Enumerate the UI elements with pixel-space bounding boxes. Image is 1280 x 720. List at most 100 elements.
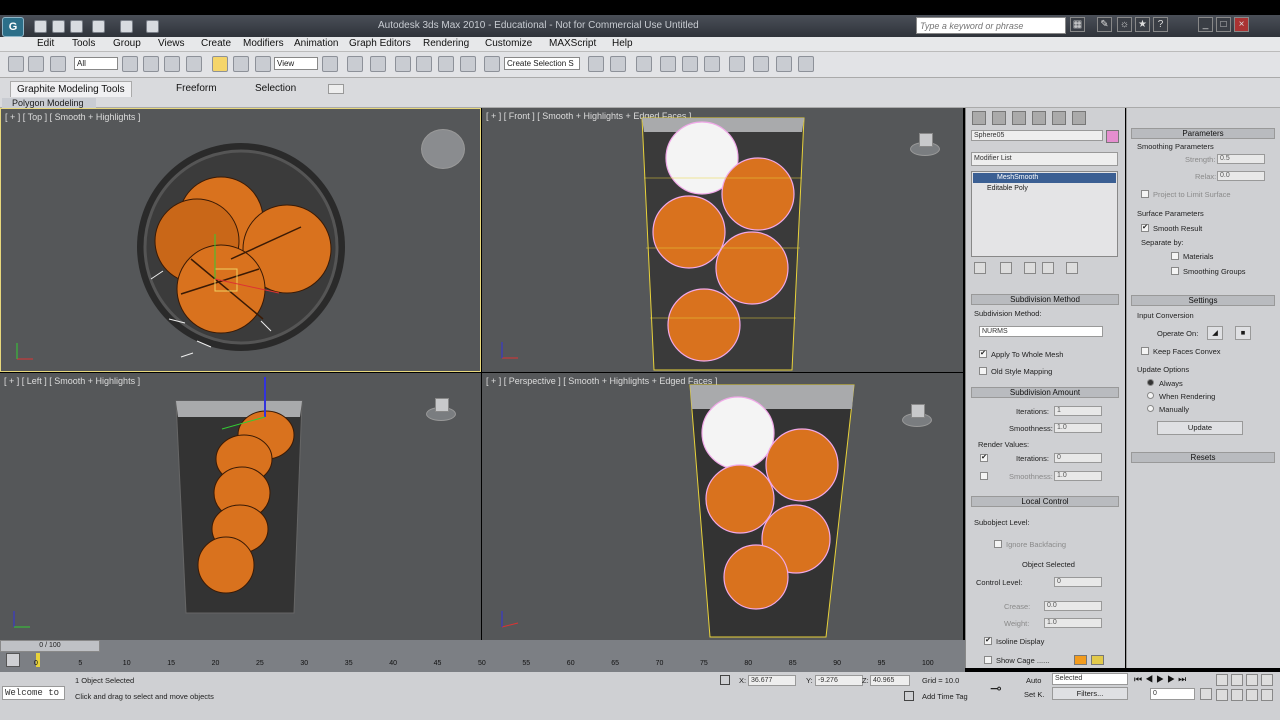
separate-smoothing-groups-checkbox[interactable] [1171, 267, 1179, 275]
cage-selected-color-swatch[interactable] [1091, 655, 1104, 665]
spinner-snap-icon[interactable] [460, 56, 476, 72]
search-box[interactable] [916, 17, 1066, 34]
key-filters-button[interactable]: Filters... [1052, 687, 1128, 700]
ribbon-minimize-icon[interactable] [328, 84, 344, 94]
zoom-extents-icon[interactable] [1246, 674, 1258, 686]
app-logo-icon[interactable]: G [2, 17, 24, 37]
maximize-icon[interactable]: □ [1216, 17, 1231, 32]
menu-tools[interactable]: Tools [72, 38, 95, 49]
reference-coordinate-dropdown[interactable]: View [274, 57, 318, 70]
modify-tab-icon[interactable] [992, 111, 1006, 125]
select-object-icon[interactable] [122, 56, 138, 72]
display-tab-icon[interactable] [1052, 111, 1066, 125]
viewport-left[interactable]: [ + ] [ Left ] [ Smooth + Highlights ] [0, 373, 481, 640]
operate-on-triangles-button[interactable]: ◢ [1207, 326, 1223, 340]
utilities-tab-icon[interactable] [1072, 111, 1086, 125]
new-icon[interactable] [34, 20, 47, 33]
hierarchy-tab-icon[interactable] [1012, 111, 1026, 125]
rectangular-selection-icon[interactable] [164, 56, 180, 72]
zoom-extents-all-icon[interactable] [1261, 674, 1273, 686]
named-selection-set-dropdown[interactable]: Create Selection S [504, 57, 580, 70]
make-unique-icon[interactable] [1024, 262, 1036, 274]
relax-spinner[interactable]: 0.0 [1217, 171, 1265, 181]
unlink-icon[interactable] [28, 56, 44, 72]
playback-controls[interactable]: ⏮◀▶▶⏭ [1134, 674, 1204, 685]
update-always-radio[interactable] [1147, 379, 1154, 386]
menu-group[interactable]: Group [113, 38, 141, 49]
viewport-top[interactable]: [ + ] [ Top ] [ Smooth + Highlights ] [0, 108, 481, 372]
timeline[interactable] [0, 640, 965, 672]
layer-manager-icon[interactable] [636, 56, 652, 72]
link-icon[interactable] [8, 56, 24, 72]
field-of-view-icon[interactable] [1216, 689, 1228, 701]
object-name-field[interactable]: Sphere05 [971, 130, 1103, 141]
create-tab-icon[interactable] [972, 111, 986, 125]
window-crossing-icon[interactable] [186, 56, 202, 72]
separate-materials-checkbox[interactable] [1171, 252, 1179, 260]
open-icon[interactable] [52, 20, 65, 33]
rollout-local-control[interactable]: Local Control [971, 496, 1119, 507]
old-style-mapping-checkbox[interactable] [979, 367, 987, 375]
orbit-icon[interactable] [1246, 689, 1258, 701]
minimize-icon[interactable]: _ [1198, 17, 1213, 32]
pan-icon[interactable] [1231, 689, 1243, 701]
set-key-icon[interactable]: ⊸ [990, 680, 1002, 697]
maximize-viewport-icon[interactable] [1261, 689, 1273, 701]
selection-lock-icon[interactable] [720, 675, 730, 685]
viewport-front[interactable]: [ + ] [ Front ] [ Smooth + Highlights + … [482, 108, 963, 372]
viewcube-perspective[interactable] [902, 404, 932, 427]
crease-spinner[interactable]: 0.0 [1044, 601, 1102, 611]
operate-on-polygons-button[interactable]: ■ [1235, 326, 1251, 340]
strength-spinner[interactable]: 0.5 [1217, 154, 1265, 164]
menu-maxscript[interactable]: MAXScript [549, 38, 596, 49]
menu-modifiers[interactable]: Modifiers [243, 38, 284, 49]
mirror-icon[interactable] [588, 56, 604, 72]
smooth-result-checkbox[interactable]: ✔ [1141, 224, 1149, 232]
material-editor-icon[interactable] [729, 56, 745, 72]
update-button[interactable]: Update [1157, 421, 1243, 435]
undo-icon[interactable] [92, 20, 105, 33]
ignore-backfacing-checkbox[interactable] [994, 540, 1002, 548]
add-time-tag[interactable]: Add Time Tag [922, 692, 968, 701]
render-smoothness-checkbox[interactable] [980, 472, 988, 480]
curve-editor-icon[interactable] [682, 56, 698, 72]
rollout-parameters[interactable]: Parameters [1131, 128, 1275, 139]
percent-snap-icon[interactable] [438, 56, 454, 72]
render-setup-icon[interactable] [753, 56, 769, 72]
maxscript-listener[interactable]: Welcome to [2, 686, 65, 700]
selection-filter-dropdown[interactable]: All [74, 57, 118, 70]
subdivision-method-select[interactable]: NURMS [979, 326, 1103, 337]
menu-animation[interactable]: Animation [294, 38, 338, 49]
keep-faces-convex-checkbox[interactable] [1141, 347, 1149, 355]
motion-tab-icon[interactable] [1032, 111, 1046, 125]
menu-rendering[interactable]: Rendering [423, 38, 469, 49]
time-slider[interactable]: 0 / 100 [0, 640, 100, 652]
favorites-icon[interactable]: ★ [1135, 17, 1150, 32]
object-color-swatch[interactable] [1106, 130, 1119, 143]
viewcube-left[interactable] [426, 398, 456, 421]
pin-stack-icon[interactable] [974, 262, 986, 274]
rollout-resets[interactable]: Resets [1131, 452, 1275, 463]
tab-freeform[interactable]: Freeform [170, 81, 223, 97]
close-icon[interactable]: × [1234, 17, 1249, 32]
select-by-name-icon[interactable] [143, 56, 159, 72]
angle-snap-icon[interactable] [416, 56, 432, 72]
help-icon[interactable]: ? [1153, 17, 1168, 32]
tab-graphite-modeling-tools[interactable]: Graphite Modeling Tools [10, 81, 132, 97]
menu-views[interactable]: Views [158, 38, 185, 49]
pivot-center-icon[interactable] [322, 56, 338, 72]
render-production-icon[interactable] [798, 56, 814, 72]
show-cage-checkbox[interactable] [984, 656, 992, 664]
remove-modifier-icon[interactable] [1042, 262, 1054, 274]
viewcube-front[interactable] [910, 133, 940, 156]
apply-whole-mesh-checkbox[interactable]: ✔ [979, 350, 987, 358]
rollout-settings[interactable]: Settings [1131, 295, 1275, 306]
render-iterations-checkbox[interactable]: ✔ [980, 454, 988, 462]
tools-icon[interactable]: ✎ [1097, 17, 1112, 32]
cage-color-swatch[interactable] [1074, 655, 1087, 665]
isoline-display-checkbox[interactable]: ✔ [984, 637, 992, 645]
show-end-result-icon[interactable] [1000, 262, 1012, 274]
weight-spinner[interactable]: 1.0 [1044, 618, 1102, 628]
y-coordinate-field[interactable]: -9.276 [815, 675, 863, 686]
time-tag-icon[interactable] [904, 691, 914, 701]
